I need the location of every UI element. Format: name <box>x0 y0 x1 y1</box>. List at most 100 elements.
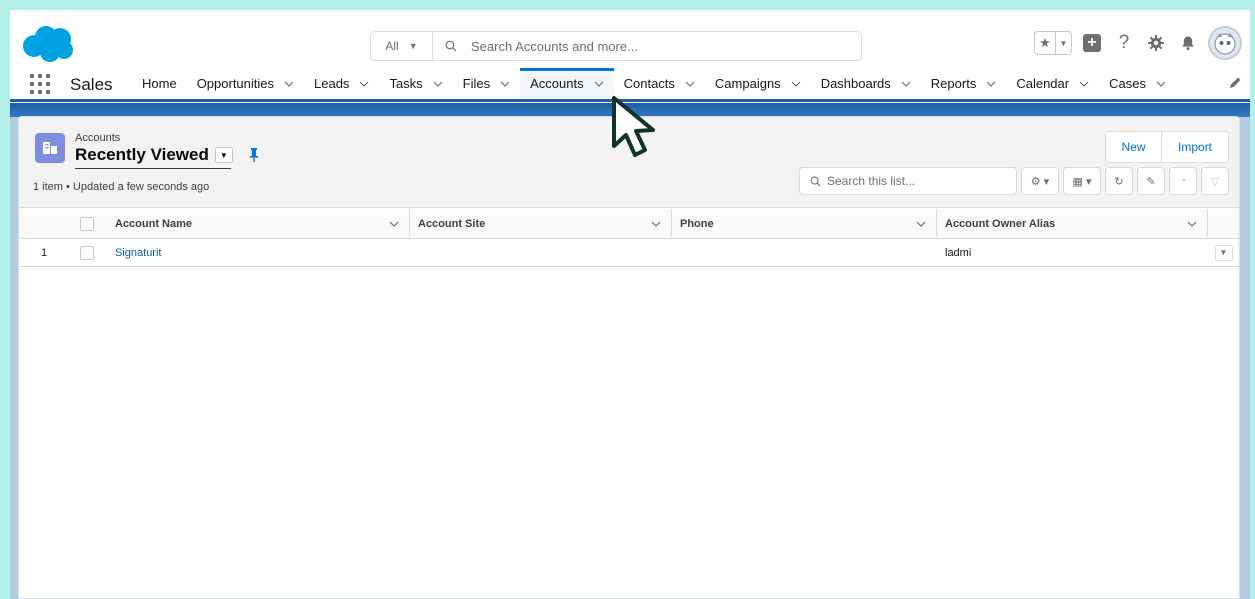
chevron-down-icon[interactable] <box>594 79 604 89</box>
nav-tab-cases[interactable]: Cases <box>1099 68 1176 99</box>
phone-cell <box>672 239 937 266</box>
row-checkbox[interactable] <box>80 245 94 260</box>
select-all-checkbox[interactable] <box>80 216 94 231</box>
global-search: All ▼ <box>370 31 862 61</box>
mouse-pointer-icon <box>612 96 655 157</box>
row-select-cell <box>67 239 107 266</box>
nav-tab-label: Cases <box>1109 76 1146 91</box>
account-object-icon <box>35 133 65 163</box>
list-view-settings-gear-icon[interactable]: ⚙ ▾ <box>1021 167 1059 195</box>
chevron-down-icon[interactable] <box>916 219 926 229</box>
nav-tab-label: Opportunities <box>196 76 275 91</box>
global-search-input[interactable] <box>471 38 851 54</box>
chevron-down-icon[interactable] <box>651 219 661 229</box>
new-button[interactable]: New <box>1106 132 1162 162</box>
chevron-down-icon[interactable] <box>1187 219 1197 229</box>
column-header-phone[interactable]: Phone <box>672 209 937 238</box>
filter-icon[interactable]: ▽ <box>1201 167 1229 195</box>
row-number: 1 <box>41 246 48 259</box>
nav-tab-home[interactable]: Home <box>132 68 187 99</box>
charts-icon[interactable]: ◔ <box>1169 167 1197 195</box>
table-row: 1 Signaturit ladmi ▼ <box>19 239 1239 267</box>
nav-tab-opportunities[interactable]: Opportunities <box>187 68 304 99</box>
global-header: All ▼ ★ ▼ + ? <box>10 10 1250 72</box>
favorites-button-group: ★ ▼ <box>1034 31 1072 55</box>
account-name-link[interactable]: Signaturit <box>115 247 161 259</box>
edit-nav-pencil-icon[interactable] <box>1228 76 1242 90</box>
search-scope-label: All <box>385 39 399 53</box>
chevron-down-icon[interactable] <box>500 79 510 89</box>
chevron-down-icon[interactable] <box>986 79 996 89</box>
chevron-down-icon[interactable] <box>685 79 695 89</box>
row-number-header <box>19 209 67 238</box>
display-as-table-icon[interactable]: ▦ ▾ <box>1063 167 1101 195</box>
add-icon: + <box>1083 34 1101 52</box>
nav-tab-label: Files <box>462 76 491 91</box>
column-label: Account Owner Alias <box>945 217 1056 230</box>
pin-icon[interactable] <box>247 147 261 163</box>
nav-tab-label: Dashboards <box>820 76 891 91</box>
search-icon <box>810 176 821 186</box>
nav-tab-tasks[interactable]: Tasks <box>379 68 452 99</box>
nav-tab-reports[interactable]: Reports <box>921 68 1007 99</box>
chevron-down-icon[interactable] <box>389 219 399 229</box>
bell-icon <box>1182 36 1194 51</box>
column-header-account-owner-alias[interactable]: Account Owner Alias <box>937 209 1208 238</box>
row-actions-chevron-icon[interactable]: ▼ <box>1214 244 1233 261</box>
nav-tab-accounts[interactable]: Accounts <box>520 68 615 99</box>
nav-tab-label: Contacts <box>623 76 675 91</box>
list-view-controls: ⚙ ▾ ▦ ▾ ↻ ✎ ◔ ▽ <box>1021 167 1229 195</box>
list-view-switcher-chevron-icon[interactable]: ▼ <box>214 147 233 163</box>
list-view-meta: 1 item • Updated a few seconds ago <box>33 181 210 193</box>
gear-icon <box>1148 35 1164 51</box>
settings-gear-icon[interactable] <box>1144 31 1168 55</box>
list-search-input[interactable] <box>827 174 1007 188</box>
header-utility-icons: ★ ▼ + ? <box>1034 26 1242 60</box>
edit-list-pencil-icon[interactable]: ✎ <box>1137 167 1165 195</box>
nav-tab-files[interactable]: Files <box>453 68 520 99</box>
user-avatar[interactable] <box>1208 26 1242 60</box>
chevron-down-icon[interactable] <box>791 79 801 89</box>
nav-tab-label: Calendar <box>1016 76 1070 91</box>
nav-tab-label: Reports <box>930 76 977 91</box>
column-header-account-site[interactable]: Account Site <box>410 209 672 238</box>
app-name: Sales <box>70 75 113 94</box>
nav-tab-leads[interactable]: Leads <box>304 68 379 99</box>
row-actions-header <box>1208 209 1239 238</box>
chevron-down-icon[interactable] <box>433 79 443 89</box>
building-icon <box>43 142 57 154</box>
row-actions-cell: ▼ <box>1208 239 1239 266</box>
account-site-cell <box>410 239 672 266</box>
chevron-down-icon[interactable] <box>1156 79 1166 89</box>
nav-tab-label: Accounts <box>530 76 584 91</box>
chevron-down-icon[interactable] <box>901 79 911 89</box>
chevron-down-icon[interactable] <box>359 79 369 89</box>
owner-alias-cell: ladmi <box>945 246 972 259</box>
table-header-row: Account Name Account Site Phone Account … <box>19 209 1239 239</box>
list-view-name[interactable]: Recently Viewed <box>75 145 209 165</box>
column-label: Phone <box>680 217 714 230</box>
favorites-menu-chevron-icon[interactable]: ▼ <box>1056 32 1071 54</box>
search-scope-selector[interactable]: All ▼ <box>371 32 433 60</box>
app-window: All ▼ ★ ▼ + ? <box>10 10 1250 599</box>
nav-tab-dashboards[interactable]: Dashboards <box>811 68 921 99</box>
list-view-title: Recently Viewed ▼ <box>75 145 261 169</box>
notifications-bell-icon[interactable] <box>1176 31 1200 55</box>
nav-tab-label: Tasks <box>389 76 423 91</box>
chevron-down-icon[interactable] <box>284 79 294 89</box>
salesforce-cloud-logo[interactable] <box>20 24 76 64</box>
star-favorites-icon[interactable]: ★ <box>1035 32 1056 54</box>
help-icon[interactable]: ? <box>1112 31 1136 55</box>
nav-tab-campaigns[interactable]: Campaigns <box>705 68 811 99</box>
list-search <box>799 167 1017 195</box>
nav-tab-calendar[interactable]: Calendar <box>1006 68 1099 99</box>
chevron-down-icon[interactable] <box>1079 79 1089 89</box>
app-launcher-icon[interactable] <box>30 74 50 94</box>
import-button[interactable]: Import <box>1162 132 1228 162</box>
global-actions-button[interactable]: + <box>1080 31 1104 55</box>
account-name-cell: Signaturit <box>107 239 410 266</box>
column-header-account-name[interactable]: Account Name <box>107 209 410 238</box>
refresh-icon[interactable]: ↻ <box>1105 167 1133 195</box>
nav-tab-label: Leads <box>314 76 350 91</box>
caret-down-icon: ▼ <box>408 41 418 51</box>
